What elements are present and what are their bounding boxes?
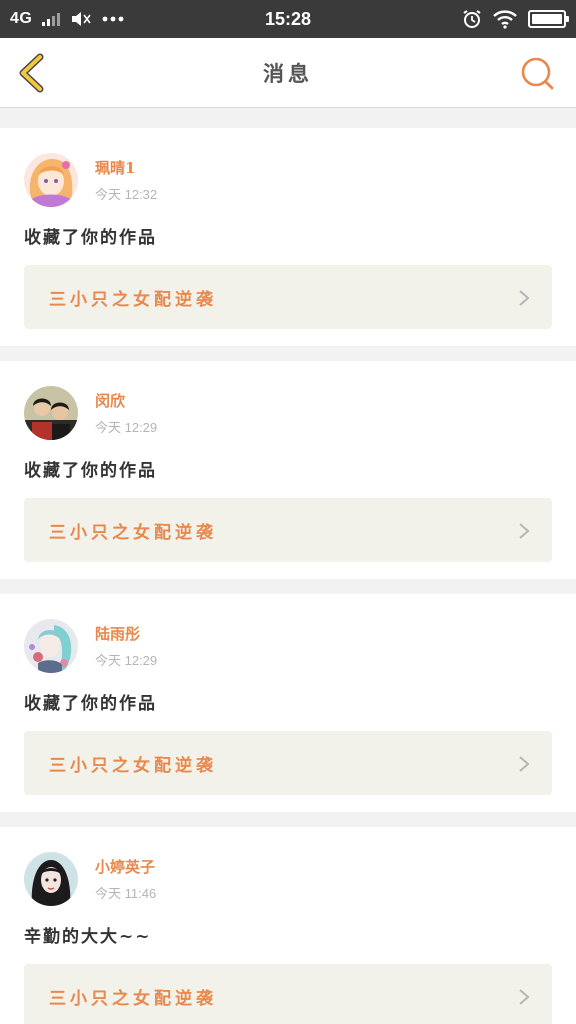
author-name[interactable]: 珮晴1	[95, 157, 157, 178]
message-text: 辛勤的大大~~	[24, 927, 152, 947]
author-info: 小婷英子 今天 11:46	[95, 856, 156, 902]
status-bar: 4G 15:28	[0, 0, 576, 38]
message-text: 收藏了你的作品	[24, 461, 157, 481]
author-name[interactable]: 闵欣	[95, 390, 157, 411]
author-info: 珮晴1 今天 12:32	[95, 157, 157, 203]
message-card: 闵欣 今天 12:29 收藏了你的作品 三小只之女配逆袭	[0, 361, 576, 579]
author-name[interactable]: 小婷英子	[95, 856, 156, 877]
work-link[interactable]: 三小只之女配逆袭	[24, 964, 552, 1024]
message-header: 珮晴1 今天 12:32	[24, 152, 157, 208]
search-icon[interactable]	[520, 56, 556, 92]
message-text: 收藏了你的作品	[24, 694, 157, 714]
chevron-right-icon	[519, 290, 530, 306]
battery-icon	[527, 10, 569, 28]
work-link[interactable]: 三小只之女配逆袭	[24, 498, 552, 562]
chevron-left-icon[interactable]	[12, 52, 52, 94]
author-info: 闵欣 今天 12:29	[95, 390, 157, 436]
chevron-right-icon	[519, 523, 530, 539]
avatar[interactable]	[24, 852, 78, 906]
avatar[interactable]	[24, 153, 78, 207]
status-bar-left: 4G	[10, 10, 210, 28]
avatar[interactable]	[24, 619, 78, 673]
message-header: 闵欣 今天 12:29	[24, 385, 157, 441]
author-name[interactable]: 陆雨彤	[95, 623, 157, 644]
chevron-right-icon	[519, 989, 530, 1005]
wifi-icon	[493, 10, 517, 29]
nav-bar: 消息	[0, 38, 576, 108]
message-card: 小婷英子 今天 11:46 辛勤的大大~~ 三小只之女配逆袭	[0, 827, 576, 1024]
network-type: 4G	[10, 10, 33, 27]
work-link[interactable]: 三小只之女配逆袭	[24, 731, 552, 795]
timestamp: 今天 12:29	[95, 420, 158, 435]
timestamp: 今天 12:32	[95, 187, 158, 202]
signal-icon	[42, 12, 61, 26]
message-header: 陆雨彤 今天 12:29	[24, 618, 157, 674]
message-card: 陆雨彤 今天 12:29 收藏了你的作品 三小只之女配逆袭	[0, 594, 576, 812]
author-info: 陆雨彤 今天 12:29	[95, 623, 157, 669]
work-title: 三小只之女配逆袭	[49, 755, 217, 776]
work-title: 三小只之女配逆袭	[49, 988, 217, 1009]
message-list: 珮晴1 今天 12:32 收藏了你的作品 三小只之女配逆袭 闵欣 今天 12:2…	[0, 128, 576, 1024]
avatar[interactable]	[24, 386, 78, 440]
clock: 15:28	[264, 8, 312, 29]
work-title: 三小只之女配逆袭	[49, 522, 217, 543]
message-card: 珮晴1 今天 12:32 收藏了你的作品 三小只之女配逆袭	[0, 128, 576, 346]
message-text: 收藏了你的作品	[24, 228, 157, 248]
mute-icon	[72, 12, 91, 26]
work-link[interactable]: 三小只之女配逆袭	[24, 265, 552, 329]
more-dots-icon	[102, 16, 124, 22]
chevron-right-icon	[519, 756, 530, 772]
timestamp: 今天 12:29	[95, 653, 158, 668]
work-title: 三小只之女配逆袭	[49, 289, 217, 310]
timestamp: 今天 11:46	[95, 886, 157, 901]
status-bar-right	[366, 9, 569, 29]
page-title: 消息	[263, 60, 313, 86]
alarm-icon	[463, 10, 481, 28]
message-header: 小婷英子 今天 11:46	[24, 851, 156, 907]
